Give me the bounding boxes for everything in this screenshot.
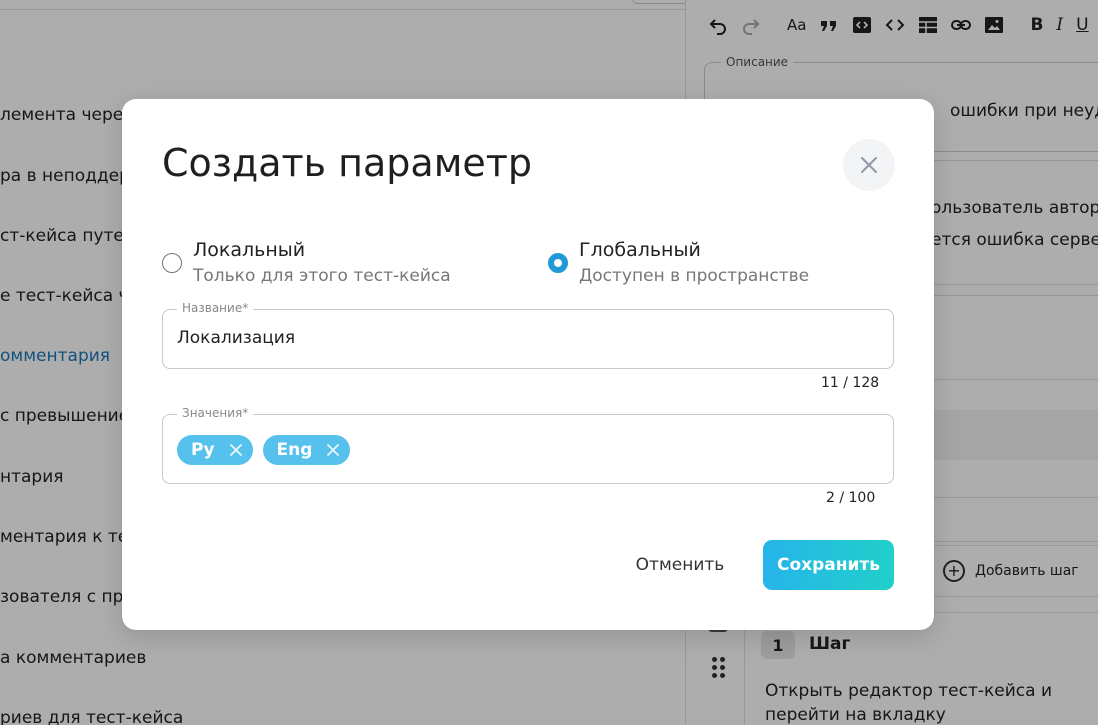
name-field[interactable]: Название*: [162, 301, 894, 369]
value-chip-label: Eng: [276, 440, 313, 460]
value-chip: Ру: [177, 435, 253, 465]
scope-option-local[interactable]: Локальный Только для этого тест-кейса: [162, 239, 451, 286]
value-chip-label: Ру: [191, 440, 215, 460]
radio-global-label: Глобальный: [579, 239, 701, 261]
remove-chip-icon[interactable]: [326, 443, 340, 457]
radio-global[interactable]: [548, 253, 568, 273]
radio-local-description: Только для этого тест-кейса: [193, 266, 451, 286]
close-icon: [861, 157, 877, 173]
scope-option-global[interactable]: Глобальный Доступен в пространстве: [548, 239, 809, 286]
close-button[interactable]: [843, 139, 895, 191]
radio-local[interactable]: [162, 253, 182, 273]
cancel-button[interactable]: Отменить: [622, 540, 738, 590]
radio-local-label: Локальный: [193, 239, 306, 261]
create-parameter-dialog: Создать параметр Локальный Только для эт…: [122, 99, 934, 630]
values-field-legend: Значения*: [177, 406, 254, 420]
radio-global-description: Доступен в пространстве: [579, 266, 810, 286]
value-chips: Ру Eng: [177, 435, 360, 465]
name-input[interactable]: [177, 328, 867, 348]
remove-chip-icon[interactable]: [229, 443, 243, 457]
name-field-legend: Название*: [177, 301, 254, 315]
dialog-title: Создать параметр: [162, 141, 532, 185]
values-counter: 2 / 100: [826, 490, 876, 506]
name-char-counter: 11 / 128: [821, 375, 880, 391]
save-button[interactable]: Сохранить: [763, 540, 894, 590]
values-field[interactable]: Значения* Ру Eng: [162, 406, 894, 484]
value-chip: Eng: [262, 435, 351, 465]
